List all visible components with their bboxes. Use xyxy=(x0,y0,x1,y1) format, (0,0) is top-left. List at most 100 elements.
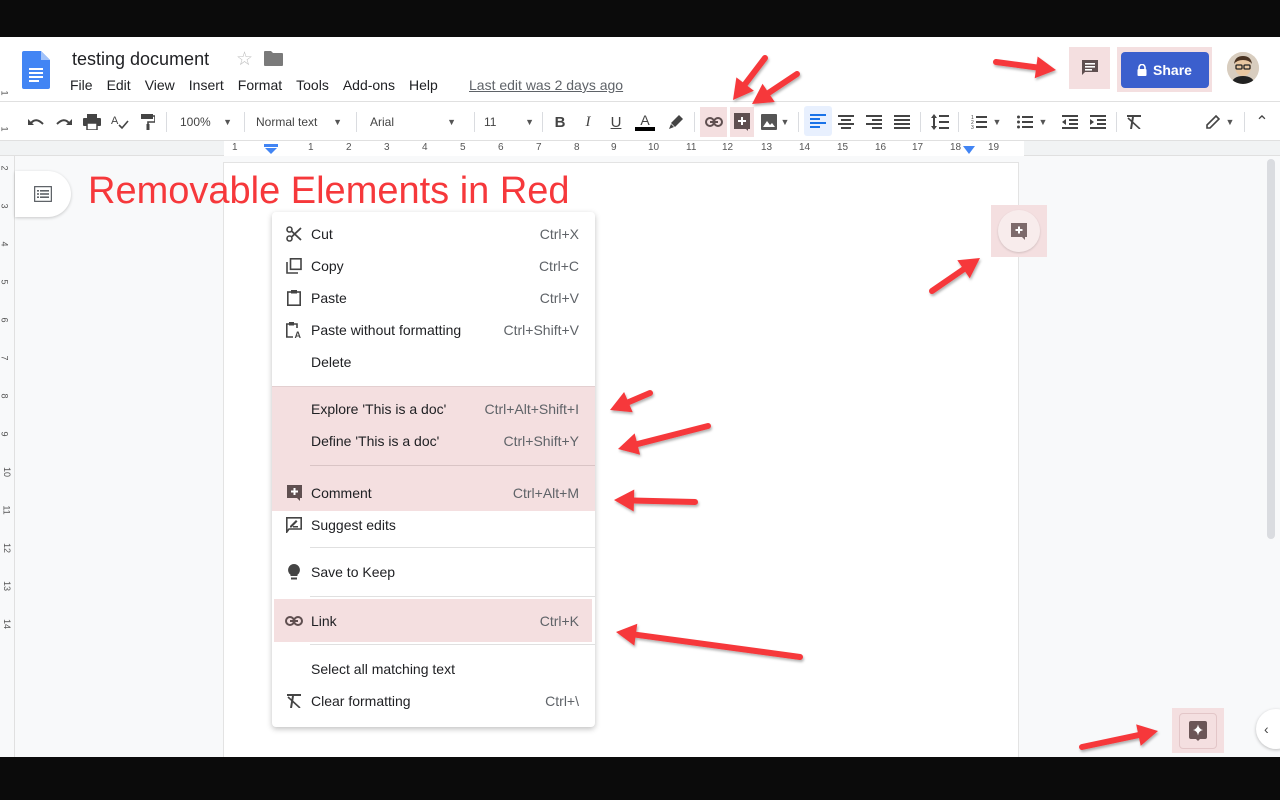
menu-item-label: Copy xyxy=(311,258,344,274)
ruler-tick-label: 12 xyxy=(722,142,734,153)
line-spacing-icon xyxy=(931,114,949,130)
ruler-tick-label: 1 xyxy=(0,90,10,96)
menu-view[interactable]: View xyxy=(145,77,183,93)
ruler-tick-label: 4 xyxy=(0,241,10,247)
zoom-select[interactable]: 100% ▼ xyxy=(174,110,238,134)
menu-tools[interactable]: Tools xyxy=(296,77,337,93)
menu-item-label: Link xyxy=(311,612,337,629)
document-outline-button[interactable] xyxy=(15,171,71,217)
left-indent-marker[interactable] xyxy=(264,144,278,154)
suggest-edits-icon xyxy=(285,516,303,534)
menu-item-paste[interactable]: Paste Ctrl+V xyxy=(272,282,595,314)
ruler-tick-label: 3 xyxy=(0,203,10,209)
menu-edit[interactable]: Edit xyxy=(107,77,139,93)
share-button[interactable]: Share xyxy=(1120,51,1209,88)
undo-button[interactable] xyxy=(24,110,48,134)
print-button[interactable] xyxy=(80,110,104,134)
increase-indent-button[interactable] xyxy=(1086,110,1110,134)
font-size-select[interactable]: 11 ▼ xyxy=(480,110,538,134)
menu-item-shortcut: Ctrl+Shift+Y xyxy=(503,433,579,449)
menu-item-define[interactable]: Define 'This is a doc' Ctrl+Shift+Y xyxy=(272,425,595,457)
bulleted-list-icon xyxy=(1016,115,1033,129)
clear-formatting-button[interactable] xyxy=(1122,110,1146,134)
editing-mode-button[interactable]: ▼ xyxy=(1200,110,1240,134)
menu-addons[interactable]: Add-ons xyxy=(343,77,403,93)
menu-bar: File Edit View Insert Format Tools Add-o… xyxy=(70,77,452,93)
menu-item-label: Clear formatting xyxy=(311,693,411,709)
folder-icon[interactable] xyxy=(264,51,283,66)
align-right-button[interactable] xyxy=(862,110,886,134)
ruler-tick-label: 15 xyxy=(837,142,849,153)
scrollbar-thumb[interactable] xyxy=(1267,159,1275,539)
right-indent-marker[interactable] xyxy=(962,146,976,154)
menu-item-cut[interactable]: Cut Ctrl+X xyxy=(272,218,595,250)
paint-format-button[interactable] xyxy=(136,110,160,134)
menu-item-select-all-matching[interactable]: Select all matching text xyxy=(272,653,595,685)
line-spacing-button[interactable] xyxy=(928,110,952,134)
font-select[interactable]: Arial ▼ xyxy=(364,110,462,134)
ruler-tick-label: 2 xyxy=(346,142,352,153)
hide-menus-button[interactable]: ⌃ xyxy=(1250,110,1274,134)
explore-button[interactable] xyxy=(1179,712,1217,749)
toolbar-divider xyxy=(542,112,543,132)
font-value: Arial xyxy=(370,115,395,129)
menu-item-link[interactable]: Link Ctrl+K xyxy=(274,599,592,642)
print-icon xyxy=(83,114,101,130)
insert-image-button[interactable]: ▼ xyxy=(758,110,792,134)
menu-item-paste-without-formatting[interactable]: A Paste without formatting Ctrl+Shift+V xyxy=(272,314,595,346)
toolbar-divider xyxy=(474,112,475,132)
menu-divider xyxy=(310,465,595,466)
menu-item-shortcut: Ctrl+V xyxy=(539,290,579,306)
vertical-scrollbar[interactable] xyxy=(1267,159,1275,757)
comment-history-button[interactable] xyxy=(1069,47,1110,89)
justify-button[interactable] xyxy=(890,110,914,134)
menu-item-clear-formatting[interactable]: Clear formatting Ctrl+\ xyxy=(272,685,595,717)
align-left-button[interactable] xyxy=(804,106,832,136)
menu-format[interactable]: Format xyxy=(238,77,290,93)
align-center-button[interactable] xyxy=(834,110,858,134)
menu-insert[interactable]: Insert xyxy=(189,77,232,93)
dropdown-arrow-icon: ▼ xyxy=(223,117,232,127)
numbered-list-button[interactable]: 123 ▼ xyxy=(966,110,1006,134)
decrease-indent-button[interactable] xyxy=(1058,110,1082,134)
text-color-button[interactable]: A xyxy=(632,110,658,134)
insert-link-button[interactable] xyxy=(700,107,727,137)
menu-item-copy[interactable]: Copy Ctrl+C xyxy=(272,250,595,282)
decrease-indent-icon xyxy=(1062,115,1078,129)
link-icon xyxy=(285,612,303,630)
menu-file[interactable]: File xyxy=(70,77,101,93)
menu-item-delete[interactable]: Delete xyxy=(272,346,595,378)
docs-logo-icon[interactable] xyxy=(22,51,50,89)
underline-button[interactable]: U xyxy=(604,110,628,134)
paragraph-style-select[interactable]: Normal text ▼ xyxy=(250,110,348,134)
menu-item-explore[interactable]: Explore 'This is a doc' Ctrl+Alt+Shift+I xyxy=(272,393,595,425)
add-comment-toolbar-button[interactable] xyxy=(730,107,754,137)
user-avatar[interactable] xyxy=(1227,52,1259,84)
add-comment-side-button[interactable] xyxy=(998,210,1040,252)
highlight-color-button[interactable] xyxy=(664,110,688,134)
add-comment-icon xyxy=(1011,222,1027,240)
lightbulb-icon xyxy=(285,563,303,581)
star-icon[interactable]: ☆ xyxy=(236,48,253,71)
toolbar-divider xyxy=(798,112,799,132)
menu-help[interactable]: Help xyxy=(409,77,446,93)
menu-item-suggest-edits[interactable]: Suggest edits xyxy=(272,511,595,539)
spellcheck-icon: A xyxy=(111,115,129,130)
ruler-tick-label: 11 xyxy=(1,505,12,515)
menu-item-save-to-keep[interactable]: Save to Keep xyxy=(272,556,595,588)
italic-button[interactable]: I xyxy=(576,110,600,134)
last-edit-link[interactable]: Last edit was 2 days ago xyxy=(469,77,623,93)
toolbar-divider xyxy=(166,112,167,132)
explore-button-highlight xyxy=(1172,708,1224,753)
justify-icon xyxy=(894,115,910,129)
spellcheck-button[interactable]: A xyxy=(108,110,132,134)
redo-button[interactable] xyxy=(52,110,76,134)
document-title[interactable]: testing document xyxy=(72,49,209,70)
side-panel-toggle[interactable]: ‹ xyxy=(1256,709,1280,749)
bold-button[interactable]: B xyxy=(548,110,572,134)
ruler-tick-label: 19 xyxy=(988,142,1000,153)
svg-text:A: A xyxy=(295,330,302,338)
menu-item-comment[interactable]: Comment Ctrl+Alt+M xyxy=(272,474,595,511)
bulleted-list-button[interactable]: ▼ xyxy=(1012,110,1052,134)
svg-text:3: 3 xyxy=(971,125,974,129)
